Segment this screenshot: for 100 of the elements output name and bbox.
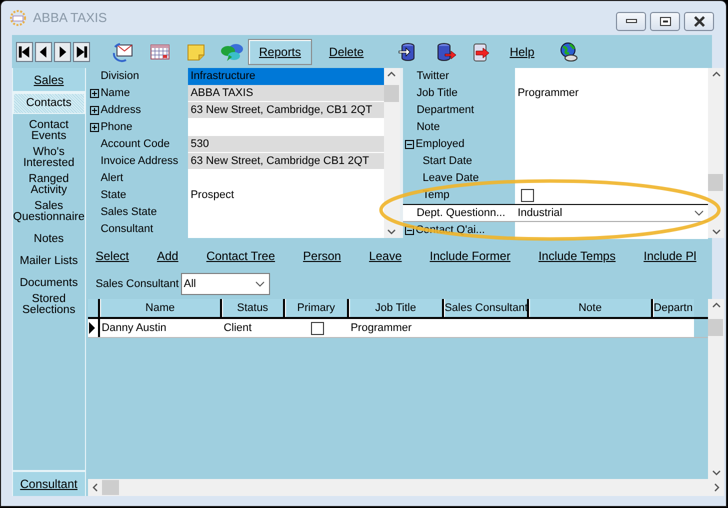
minimize-button[interactable] [616, 12, 646, 30]
last-record-button[interactable] [73, 42, 90, 62]
next-record-button[interactable] [54, 42, 71, 62]
action-link[interactable]: Include Pl [644, 247, 696, 265]
field-label: Division [100, 69, 140, 84]
field-label: Phone [100, 120, 132, 136]
sidebar-item[interactable]: Notes [13, 232, 85, 248]
toolbar-link[interactable]: Help [506, 42, 538, 60]
table-cell: Danny Austin [100, 319, 222, 337]
action-link[interactable]: Contact Tree [206, 247, 276, 265]
field-label: Alert [100, 171, 124, 186]
field-label: Sales State [100, 205, 157, 220]
table-cell: Programmer [348, 319, 444, 337]
scroll-left-icon[interactable] [92, 483, 98, 492]
app-logo-icon [9, 10, 27, 26]
scroll-up-icon[interactable] [712, 71, 721, 77]
field-value[interactable]: Programmer [514, 85, 708, 102]
field-label: Job Title [416, 86, 458, 102]
first-record-button[interactable] [16, 42, 33, 62]
action-link[interactable]: Include Former [430, 247, 510, 265]
action-link[interactable]: Add [156, 247, 178, 265]
dropdown-caret-icon [254, 281, 265, 287]
sidebar-item[interactable]: Mailer Lists [13, 254, 85, 270]
field-label: State [100, 188, 126, 204]
column-header[interactable]: Job Title [348, 299, 444, 317]
action-link[interactable]: Include Temps [538, 247, 616, 265]
close-icon [694, 16, 704, 26]
minimize-icon [626, 19, 636, 23]
scroll-right-icon[interactable] [714, 483, 720, 492]
scroll-down-icon[interactable] [712, 470, 721, 476]
scrollbar-thumb[interactable] [708, 319, 724, 336]
field-label: Twitter [416, 69, 449, 84]
field-label: Employed [416, 137, 465, 152]
action-link[interactable]: Person [303, 247, 342, 265]
dropdown-value: All [184, 276, 196, 292]
maximize-button[interactable] [650, 12, 680, 30]
consultant-tab-button[interactable]: Consultant [13, 470, 85, 496]
field-label: Department [416, 103, 474, 118]
field-label: Note [416, 120, 440, 136]
collapse-icon[interactable] [404, 226, 414, 235]
field-value[interactable]: 63 New Street, Cambridge, CB1 2QT [188, 102, 384, 119]
temp-checkbox[interactable] [520, 189, 534, 202]
field-value[interactable]: ABBA TAXIS [188, 85, 384, 102]
field-label: Contact Q'ai... [416, 223, 485, 238]
field-label: Invoice Address [100, 154, 178, 170]
table-cell: Client [222, 319, 285, 337]
field-label: Leave Date [422, 171, 479, 186]
scrollbar-thumb[interactable] [384, 85, 399, 102]
sidebar-item[interactable]: Contacts [13, 93, 85, 114]
row-indicator-cell[interactable] [88, 319, 100, 337]
dropdown-caret-icon [694, 210, 704, 216]
column-header[interactable]: Departn [652, 299, 694, 317]
sidebar-item[interactable]: Documents [13, 276, 85, 292]
field-value[interactable]: 63 New Street, Cambridge CB1 2QT [188, 153, 384, 170]
sidebar-item[interactable]: Contact Events [13, 118, 85, 145]
column-header[interactable]: Note [528, 299, 653, 317]
column-header[interactable] [88, 299, 100, 317]
action-link[interactable]: Select [96, 247, 129, 265]
collapse-icon[interactable] [404, 140, 414, 149]
sidebar-item[interactable]: Stored Selections [13, 292, 85, 319]
window-title: ABBA TAXIS [33, 9, 107, 28]
sidebar-item[interactable]: Who's Interested [13, 145, 85, 172]
field-label: Consultant [100, 222, 154, 238]
column-header[interactable]: Primary [284, 299, 349, 317]
sidebar-item[interactable]: Ranged Activity [13, 172, 85, 199]
column-header[interactable]: Sales Consultant [444, 299, 529, 317]
first-record-icon [17, 44, 32, 60]
field-value[interactable] [514, 68, 708, 85]
reports-button[interactable]: Reports [248, 38, 312, 64]
action-link[interactable]: Leave [369, 247, 402, 265]
scrollbar-thumb[interactable] [102, 480, 119, 495]
sidebar-item[interactable]: Sales Questionnaire [13, 199, 85, 226]
toolbar-link[interactable]: Delete [326, 42, 367, 60]
table-cell [652, 319, 694, 337]
consultant-dropdown[interactable]: All [180, 273, 270, 295]
last-record-icon [74, 44, 89, 60]
scroll-down-icon[interactable] [712, 229, 721, 235]
field-label: Dept. Questionn... [416, 206, 506, 221]
field-label: Start Date [422, 154, 472, 170]
scroll-down-icon[interactable] [387, 229, 396, 235]
expand-icon[interactable] [90, 89, 99, 98]
column-header[interactable]: Name [100, 299, 222, 317]
column-header[interactable]: Status [222, 299, 285, 317]
field-value[interactable]: Infrastructure [188, 68, 384, 85]
scroll-up-icon[interactable] [387, 71, 396, 77]
field-label: Temp [422, 188, 450, 204]
sales-tab-button[interactable]: Sales [13, 68, 85, 93]
maximize-icon [660, 16, 670, 26]
close-button[interactable] [684, 12, 714, 30]
field-label: Address [100, 103, 141, 118]
previous-record-button[interactable] [35, 42, 52, 62]
scroll-up-icon[interactable] [712, 302, 721, 308]
dropdown-value: Industrial [518, 206, 562, 221]
field-label: Account Code [100, 137, 170, 152]
field-value[interactable]: 530 [188, 136, 384, 153]
scrollbar-thumb[interactable] [708, 174, 724, 191]
field-label: Name [100, 86, 130, 102]
expand-icon[interactable] [90, 106, 99, 115]
expand-icon[interactable] [90, 123, 99, 132]
primary-checkbox[interactable] [311, 322, 324, 334]
